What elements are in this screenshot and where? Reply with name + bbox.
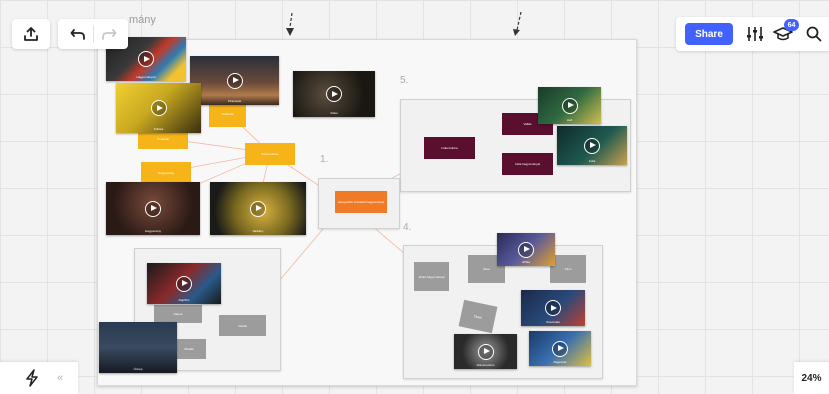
- video-card[interactable]: Hagyomány: [106, 182, 200, 235]
- undo-redo-group: [58, 19, 128, 49]
- lightning-icon: [26, 369, 38, 387]
- play-icon[interactable]: [250, 200, 266, 217]
- note-gray-f[interactable]: Rituálé: [172, 339, 206, 359]
- board-settings-button[interactable]: [744, 24, 766, 44]
- export-button[interactable]: [12, 19, 50, 49]
- note-maroon-b[interactable]: India hagyományai: [502, 153, 553, 175]
- note-gray-main[interactable]: Afrika hagyományai: [414, 262, 449, 291]
- note-gray-d[interactable]: Viselet: [219, 315, 266, 336]
- section-label-4: 4.: [403, 222, 412, 233]
- note-maroon-main[interactable]: India kultúra: [424, 137, 475, 159]
- search-button[interactable]: [804, 24, 824, 44]
- play-icon[interactable]: [150, 100, 167, 116]
- note-gray-b[interactable]: Tánc: [550, 255, 586, 283]
- video-card[interactable]: Dokumentum: [454, 334, 517, 369]
- sliders-icon: [747, 27, 763, 41]
- share-button[interactable]: Share: [685, 23, 733, 45]
- video-card[interactable]: Holi: [538, 87, 601, 124]
- undo-button[interactable]: [63, 27, 93, 41]
- double-chevron-left-icon: «: [56, 372, 64, 384]
- video-card[interactable]: Rajzfilm: [147, 263, 221, 304]
- undo-icon: [70, 29, 85, 40]
- upload-icon: [24, 27, 38, 41]
- play-icon[interactable]: [326, 86, 342, 102]
- section-label-1: 1.: [320, 154, 329, 165]
- zoom-level: 24%: [801, 372, 822, 384]
- video-card[interactable]: Régészet: [529, 331, 591, 366]
- play-icon[interactable]: [518, 241, 534, 258]
- board-title-fragment: mány: [129, 14, 156, 26]
- search-icon: [806, 26, 822, 42]
- play-icon[interactable]: [545, 300, 561, 316]
- video-card[interactable]: Afrika: [497, 233, 555, 266]
- section-label-5: 5.: [400, 75, 409, 86]
- collapse-panel-button[interactable]: «: [52, 369, 68, 387]
- video-card[interactable]: Piramisok: [190, 56, 279, 105]
- play-icon[interactable]: [176, 275, 192, 292]
- redo-button[interactable]: [94, 27, 124, 41]
- play-icon[interactable]: [584, 137, 600, 154]
- redo-icon: [101, 29, 116, 40]
- note-gray-e[interactable]: Népek: [154, 305, 202, 323]
- video-card[interactable]: Kultúra: [116, 83, 201, 133]
- note-center-topic[interactable]: Hangyaféle szövetek hagyományai: [335, 191, 387, 213]
- note-yellow-main[interactable]: Kínai kultúra: [245, 143, 295, 165]
- notification-badge: 64: [784, 19, 799, 31]
- play-icon[interactable]: [552, 340, 568, 357]
- video-card[interactable]: Sárkány: [210, 182, 306, 235]
- note-yellow-c[interactable]: Hagyomány: [141, 162, 191, 184]
- play-icon[interactable]: [138, 51, 154, 67]
- video-card[interactable]: India: [557, 126, 627, 165]
- play-icon[interactable]: [226, 72, 243, 89]
- play-icon[interactable]: [145, 200, 161, 217]
- video-card[interactable]: Video: [293, 71, 375, 117]
- quick-actions-button[interactable]: [22, 368, 42, 388]
- play-icon[interactable]: [561, 97, 578, 114]
- zoom-control[interactable]: 24%: [794, 362, 829, 394]
- video-card[interactable]: Szertartás: [521, 290, 585, 326]
- play-icon[interactable]: [477, 343, 494, 360]
- video-card[interactable]: Ünnep: [99, 322, 177, 373]
